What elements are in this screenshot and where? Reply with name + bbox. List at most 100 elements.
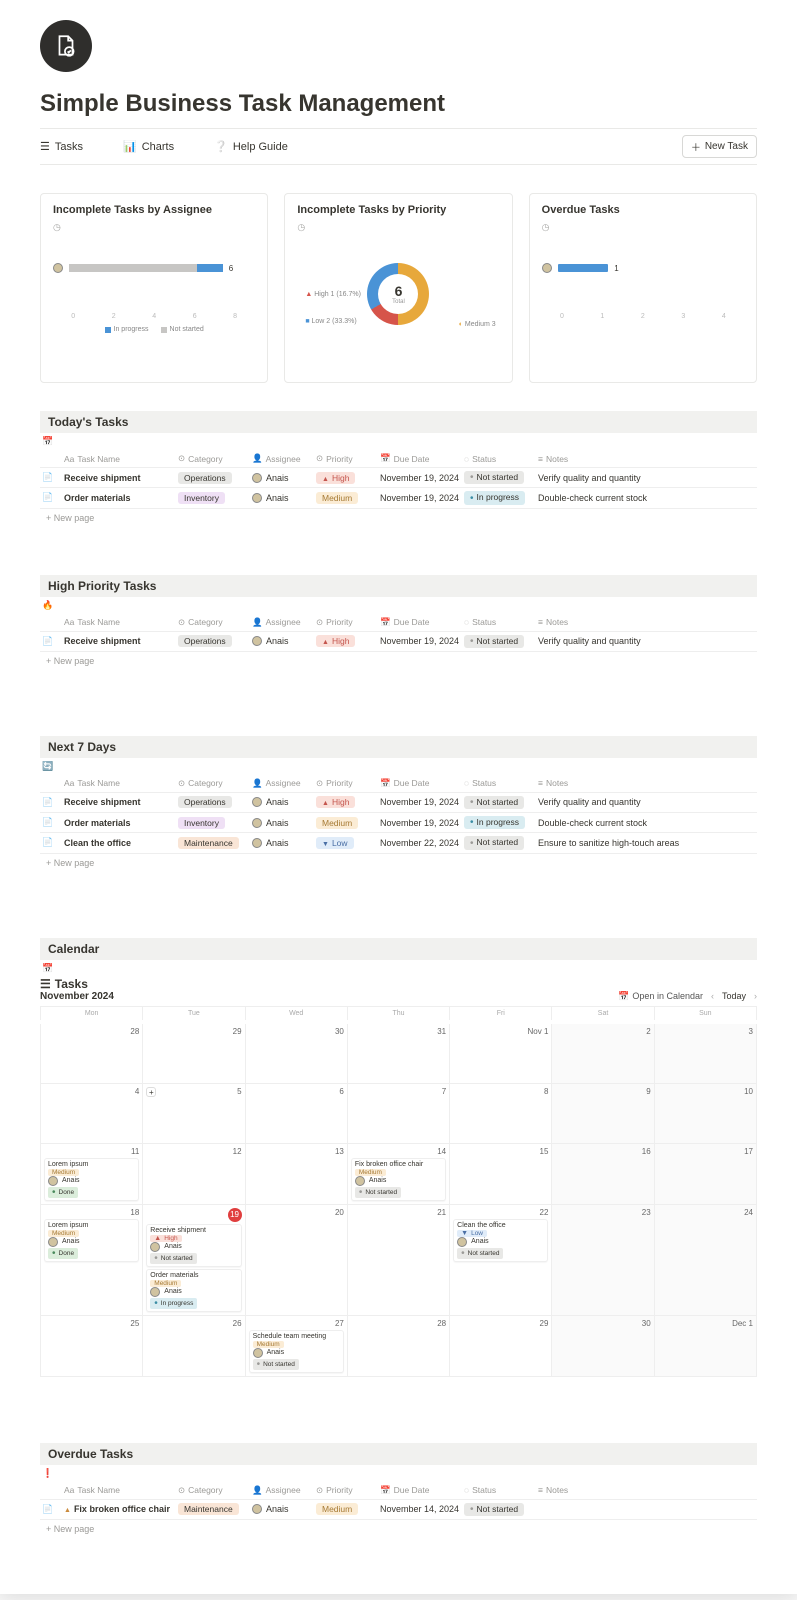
calendar-cell[interactable]: 24 (655, 1205, 757, 1316)
calendar-cell[interactable]: 14Fix broken office chairMediumAnaisNot … (348, 1144, 450, 1205)
calendar-icon: 📅 (40, 960, 757, 977)
calendar-cell[interactable]: 13 (246, 1144, 348, 1205)
row-icon: 📄 (42, 1504, 60, 1515)
calendar-cell[interactable]: 30 (552, 1316, 654, 1377)
table-row[interactable]: 📄Clean the officeMaintenanceAnaisLowNove… (40, 833, 757, 853)
open-in-calendar-button[interactable]: 📅 Open in Calendar (618, 991, 703, 1002)
event-assignee: Anais (48, 1176, 135, 1186)
calendar-cell[interactable]: 12 (143, 1144, 245, 1205)
table-row[interactable]: 📄Receive shipmentOperationsAnaisHighNove… (40, 632, 757, 652)
calendar-cell[interactable]: 29 (143, 1024, 245, 1084)
calendar-cell[interactable]: 23 (552, 1205, 654, 1316)
nav-charts-label: Charts (142, 141, 174, 153)
calendar-event[interactable]: Lorem ipsumMediumAnaisDone (44, 1158, 139, 1201)
calendar-cell[interactable]: 15 (450, 1144, 552, 1205)
section-calendar-header: Calendar (40, 938, 757, 960)
nav-help[interactable]: ❔ Help Guide (214, 140, 288, 153)
add-event-button[interactable]: + (146, 1087, 156, 1097)
table-header: AaTask Name ⊙Category 👤Assignee ⊙Priorit… (40, 450, 757, 468)
cell-assignee: Anais (252, 473, 312, 483)
calendar-cell[interactable]: 11Lorem ipsumMediumAnaisDone (41, 1144, 143, 1205)
new-page-button[interactable]: + New page (40, 652, 757, 670)
list-icon: ☰ (40, 977, 51, 991)
calendar-cell[interactable]: 25 (41, 1316, 143, 1377)
cell-due: November 19, 2024 (380, 493, 460, 503)
calendar-event[interactable]: Order materialsMediumAnaisIn progress (146, 1269, 241, 1312)
today-button[interactable]: Today (722, 991, 746, 1001)
table-row[interactable]: 📄Order materialsInventoryAnaisMediumNove… (40, 488, 757, 508)
table-row[interactable]: 📄Order materialsInventoryAnaisMediumNove… (40, 813, 757, 833)
table-row[interactable]: 📄Receive shipmentOperationsAnaisHighNove… (40, 793, 757, 813)
calendar-cell[interactable]: 29 (450, 1316, 552, 1377)
calendar-cell[interactable]: 9 (552, 1084, 654, 1144)
new-page-button[interactable]: + New page (40, 1520, 757, 1538)
calendar-cell[interactable]: 16 (552, 1144, 654, 1205)
calendar-cell[interactable]: 3 (655, 1024, 757, 1084)
calendar-daynum: Dec 1 (658, 1319, 753, 1328)
table-next7: AaTask Name ⊙Category 👤Assignee ⊙Priorit… (40, 775, 757, 872)
calendar-cell[interactable]: 30 (246, 1024, 348, 1084)
top-nav: ☰ Tasks 📊 Charts ❔ Help Guide ＋ New Task (40, 128, 757, 165)
cell-due: November 19, 2024 (380, 636, 460, 646)
next-button[interactable]: › (754, 991, 757, 1001)
event-priority: Medium (150, 1280, 181, 1287)
calendar-daynum: 13 (249, 1147, 344, 1156)
calendar-cell[interactable]: 19Receive shipmentHighAnaisNot startedOr… (143, 1205, 245, 1316)
calendar-cell[interactable]: 17 (655, 1144, 757, 1205)
event-title: Receive shipment (150, 1227, 237, 1234)
calendar-event[interactable]: Fix broken office chairMediumAnaisNot st… (351, 1158, 446, 1201)
calendar-cell[interactable]: 8 (450, 1084, 552, 1144)
cell-notes: Double-check current stock (538, 493, 739, 503)
calendar-cell[interactable]: 2 (552, 1024, 654, 1084)
calendar-cell[interactable]: 22 Clean the officeLowAnaisNot started (450, 1205, 552, 1316)
card-by-assignee-title: Incomplete Tasks by Assignee (53, 204, 255, 216)
new-page-button[interactable]: + New page (40, 509, 757, 527)
calendar-cell[interactable]: 18Lorem ipsumMediumAnaisDone (41, 1205, 143, 1316)
calendar-daynum: 8 (453, 1087, 548, 1096)
new-task-button[interactable]: ＋ New Task (682, 135, 757, 158)
calendar-event[interactable]: Clean the officeLowAnaisNot started (453, 1219, 548, 1262)
calendar-event[interactable]: Lorem ipsumMediumAnaisDone (44, 1219, 139, 1262)
event-status: Not started (355, 1187, 401, 1198)
calendar-daynum: 10 (658, 1087, 753, 1096)
nav-tasks[interactable]: ☰ Tasks (40, 140, 83, 153)
calendar-event[interactable]: Receive shipmentHighAnaisNot started (146, 1224, 241, 1267)
table-row[interactable]: 📄Receive shipmentOperationsAnaisHighNove… (40, 468, 757, 488)
calendar-daynum: 12 (146, 1147, 241, 1156)
cell-name: Fix broken office chair (64, 1504, 174, 1514)
calendar-cell[interactable]: 31 (348, 1024, 450, 1084)
cell-assignee: Anais (252, 636, 312, 646)
calendar-cell[interactable]: 27Schedule team meetingMediumAnaisNot st… (246, 1316, 348, 1377)
table-today: AaTask Name ⊙Category 👤Assignee ⊙Priorit… (40, 450, 757, 527)
legend-notstarted: Not started (161, 326, 204, 333)
calendar-cell[interactable]: 21 (348, 1205, 450, 1316)
calendar-cell[interactable]: 6 (246, 1084, 348, 1144)
calendar-daynum: 22 (453, 1208, 548, 1217)
calendar-cell[interactable]: 26 (143, 1316, 245, 1377)
cell-name: Receive shipment (64, 473, 174, 483)
card-by-priority: Incomplete Tasks by Priority ◷ ▲ High 1 … (284, 193, 512, 383)
cell-priority: Medium (316, 1503, 376, 1515)
calendar-icon: 📅 (618, 991, 629, 1002)
event-title: Fix broken office chair (355, 1161, 442, 1168)
calendar-cell[interactable]: +5 (143, 1084, 245, 1144)
calendar-dow: Thu (348, 1007, 450, 1020)
table-row[interactable]: 📄Fix broken office chairMaintenanceAnais… (40, 1500, 757, 1520)
calendar-cell[interactable]: Nov 1 (450, 1024, 552, 1084)
calendar-cell[interactable]: 10 (655, 1084, 757, 1144)
cell-due: November 19, 2024 (380, 797, 460, 807)
calendar-event[interactable]: Schedule team meetingMediumAnaisNot star… (249, 1330, 344, 1373)
calendar-cell[interactable]: 28 (41, 1024, 143, 1084)
calendar-cell[interactable]: 28 (348, 1316, 450, 1377)
event-assignee: Anais (48, 1237, 135, 1247)
card-overdue: Overdue Tasks ◷ 1 01234 (529, 193, 757, 383)
calendar-cell[interactable]: 20 (246, 1205, 348, 1316)
calendar-cell[interactable]: 4 (41, 1084, 143, 1144)
event-priority: Medium (355, 1169, 386, 1176)
new-page-button[interactable]: + New page (40, 854, 757, 872)
calendar-cell[interactable]: Dec 1 (655, 1316, 757, 1377)
nav-charts[interactable]: 📊 Charts (123, 140, 174, 153)
calendar-daynum: 23 (555, 1208, 650, 1217)
calendar-cell[interactable]: 7 (348, 1084, 450, 1144)
prev-button[interactable]: ‹ (711, 991, 714, 1001)
